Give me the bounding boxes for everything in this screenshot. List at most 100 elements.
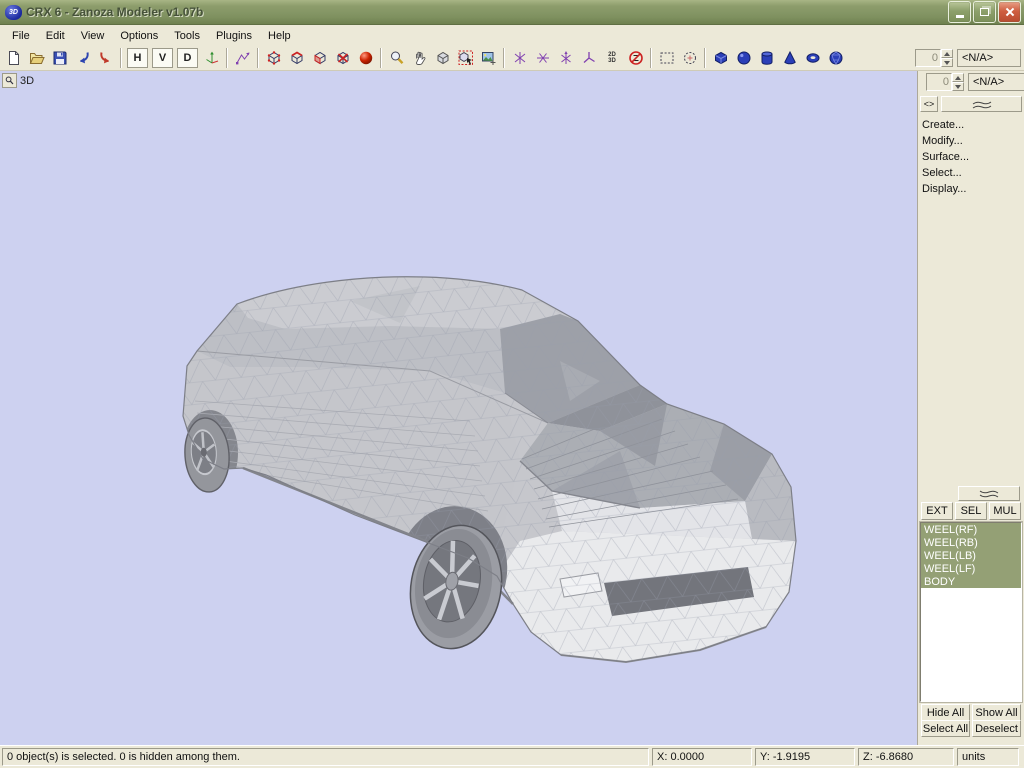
- prim-box-button[interactable]: [710, 48, 732, 69]
- toolbar-spinner-value[interactable]: 0: [915, 49, 941, 67]
- menu-options[interactable]: Options: [112, 28, 166, 44]
- menu-plugins[interactable]: Plugins: [208, 28, 260, 44]
- deselect-button[interactable]: Deselect: [972, 720, 1021, 737]
- menu-tools[interactable]: Tools: [166, 28, 208, 44]
- cube-vertices-button[interactable]: [263, 48, 285, 69]
- minimize-button[interactable]: [948, 1, 971, 23]
- close-button[interactable]: [998, 1, 1021, 23]
- tool-normals-button[interactable]: [578, 48, 600, 69]
- xyz-axes-icon: [204, 50, 220, 66]
- toolbar-groups: HVD 2D 3D: [2, 46, 847, 70]
- texture-image-button[interactable]: [478, 48, 500, 69]
- xyz-axes-button[interactable]: [201, 48, 223, 69]
- sel-mode-button[interactable]: SEL: [955, 502, 987, 520]
- toolbar-separator: [120, 48, 122, 68]
- toggle-2d3d-button[interactable]: 2D 3D: [602, 49, 622, 67]
- new-file-button[interactable]: [3, 48, 25, 69]
- panel-material-selector[interactable]: <N/A>: [968, 73, 1024, 91]
- select-all-button[interactable]: Select All: [921, 720, 970, 737]
- arrow-down-icon: [944, 61, 950, 65]
- menu-view[interactable]: View: [73, 28, 113, 44]
- units-label: units: [957, 748, 1019, 766]
- link-display[interactable]: Display...: [922, 181, 1024, 197]
- mul-mode-button[interactable]: MUL: [989, 502, 1021, 520]
- cube-edges-button[interactable]: [286, 48, 308, 69]
- toolbar-separator: [226, 48, 228, 68]
- tool-scale-button[interactable]: [555, 48, 577, 69]
- cube-objects-button[interactable]: [332, 48, 354, 69]
- status-bar: 0 object(s) is selected. 0 is hidden amo…: [0, 745, 1024, 768]
- prim-geosphere-button[interactable]: [825, 48, 847, 69]
- object-list[interactable]: WEEL(RF) WEEL(RB) WEEL(LB) WEEL(LF) BODY: [920, 522, 1022, 702]
- ext-mode-button[interactable]: EXT: [921, 502, 953, 520]
- texture-image-icon: [481, 50, 497, 66]
- panel-spinner-value[interactable]: 0: [926, 73, 952, 91]
- link-modify[interactable]: Modify...: [922, 133, 1024, 149]
- expand-toggle-button[interactable]: <>: [920, 96, 938, 112]
- panel-links: Create... Modify... Surface... Select...…: [922, 117, 1024, 197]
- open-folder-button[interactable]: [26, 48, 48, 69]
- menu-help[interactable]: Help: [260, 28, 299, 44]
- show-all-button[interactable]: Show All: [972, 704, 1021, 721]
- prim-torus-button[interactable]: [802, 48, 824, 69]
- list-item-weel-lf[interactable]: WEEL(LF): [921, 562, 1021, 575]
- zoom-magnifier-button[interactable]: [386, 48, 408, 69]
- menu-bar: File Edit View Options Tools Plugins Hel…: [0, 25, 1024, 47]
- spinner-up-button[interactable]: [941, 49, 953, 58]
- collapse-rollout-button[interactable]: [941, 96, 1022, 112]
- undo-arrow-button[interactable]: [72, 48, 94, 69]
- link-surface[interactable]: Surface...: [922, 149, 1024, 165]
- pan-hand-button[interactable]: [409, 48, 431, 69]
- link-select[interactable]: Select...: [922, 165, 1024, 181]
- marquee-rect-button[interactable]: [656, 48, 678, 69]
- app-icon: 3D: [5, 5, 22, 20]
- coord-z: Z: -6.8680: [858, 748, 954, 766]
- main-area: 3D: [0, 71, 1024, 748]
- minimize-icon: [956, 15, 964, 18]
- hide-all-button[interactable]: Hide All: [921, 704, 970, 721]
- coord-y: Y: -1.9195: [755, 748, 855, 766]
- tool-scale-icon: [558, 50, 574, 66]
- expand-rollout-button[interactable]: [958, 486, 1020, 501]
- prim-cylinder-button[interactable]: [756, 48, 778, 69]
- menu-file[interactable]: File: [4, 28, 38, 44]
- toolbar-separator: [257, 48, 259, 68]
- cube-faces-button[interactable]: [309, 48, 331, 69]
- prim-sphere-button[interactable]: [733, 48, 755, 69]
- arrow-down-icon: [955, 85, 961, 89]
- menu-edit[interactable]: Edit: [38, 28, 73, 44]
- save-button[interactable]: [49, 48, 71, 69]
- viewport-zoom-button[interactable]: [2, 73, 17, 88]
- view-cube-button[interactable]: [432, 48, 454, 69]
- toolbar-separator: [650, 48, 652, 68]
- red-sphere-button[interactable]: [355, 48, 377, 69]
- list-item-weel-rb[interactable]: WEEL(RB): [921, 536, 1021, 549]
- redo-arrow-button[interactable]: [95, 48, 117, 69]
- panel-spinner-row: 0 <N/A>: [926, 73, 1022, 91]
- link-create[interactable]: Create...: [922, 117, 1024, 133]
- prim-torus-icon: [805, 50, 821, 66]
- prim-sphere-icon: [736, 50, 752, 66]
- panel-spinner-up-button[interactable]: [952, 73, 964, 82]
- vertex-polyline-button[interactable]: [232, 48, 254, 69]
- chevron-down-icon: [978, 489, 1000, 498]
- select-cube-button[interactable]: [455, 48, 477, 69]
- viewport-3d[interactable]: 3D: [0, 71, 918, 748]
- restore-button[interactable]: [973, 1, 996, 23]
- panel-spinner-down-button[interactable]: [952, 82, 964, 91]
- tool-move-button[interactable]: [509, 48, 531, 69]
- marquee-circle-button[interactable]: [679, 48, 701, 69]
- toolbar-material-selector[interactable]: <N/A>: [957, 49, 1021, 67]
- list-item-weel-rf[interactable]: WEEL(RF): [921, 523, 1021, 536]
- spinner-down-button[interactable]: [941, 58, 953, 67]
- cube-vertices-icon: [266, 50, 282, 66]
- no-z-button[interactable]: [625, 48, 647, 69]
- viewport-header: 3D: [2, 73, 34, 88]
- d-toggle-button[interactable]: D: [177, 48, 198, 68]
- list-item-weel-lb[interactable]: WEEL(LB): [921, 549, 1021, 562]
- h-toggle-button[interactable]: H: [127, 48, 148, 68]
- tool-rotate-button[interactable]: [532, 48, 554, 69]
- prim-cone-button[interactable]: [779, 48, 801, 69]
- list-item-body[interactable]: BODY: [921, 575, 1021, 588]
- v-toggle-button[interactable]: V: [152, 48, 173, 68]
